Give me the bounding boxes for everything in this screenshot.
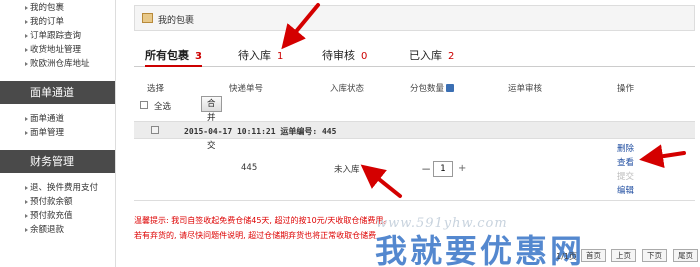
annotation-arrows xyxy=(281,3,686,198)
arrow-to-pending-tab xyxy=(281,3,320,50)
arrow-to-status xyxy=(360,164,402,198)
arrow-to-view-link xyxy=(639,144,686,169)
